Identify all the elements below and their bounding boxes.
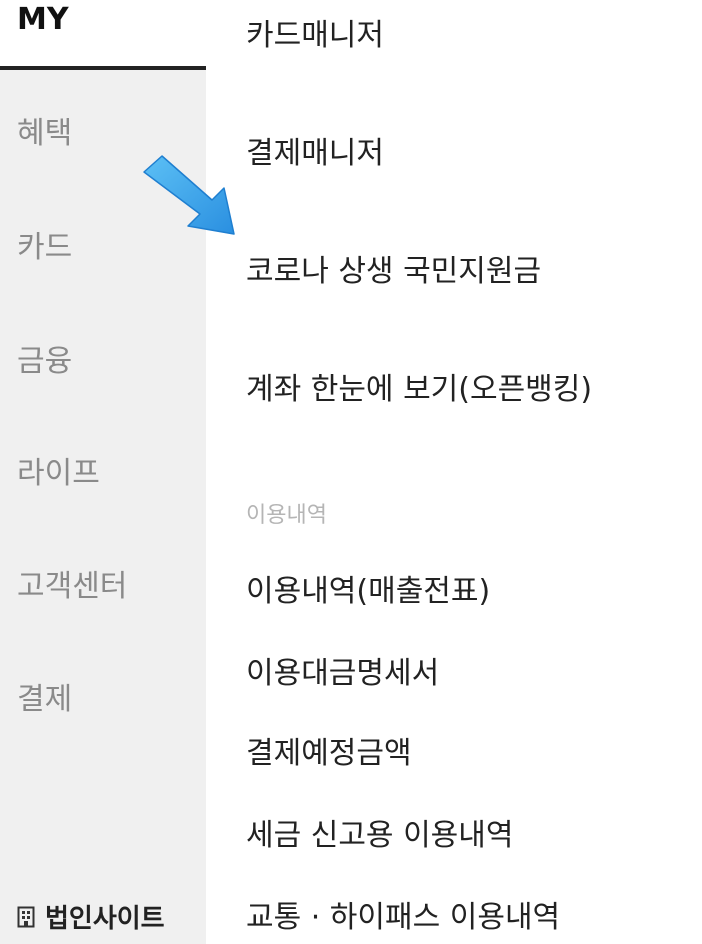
- menu-item-open-banking[interactable]: 계좌 한눈에 보기(오픈뱅킹): [246, 364, 592, 408]
- menu-item-card-manager[interactable]: 카드매니저: [246, 10, 384, 54]
- menu-item-scheduled-payment[interactable]: 결제예정금액: [246, 728, 412, 772]
- sidebar-tab-my[interactable]: MY: [0, 0, 206, 70]
- sidebar-item-payment[interactable]: 결제: [17, 674, 72, 718]
- sidebar-item-customer-center[interactable]: 고객센터: [17, 561, 127, 605]
- menu-item-statement[interactable]: 이용대금명세서: [246, 648, 439, 692]
- sidebar-nav: MY 혜택 카드 금융 라이프 고객센터 결제 법인사이트: [0, 0, 206, 944]
- building-icon: [17, 906, 35, 927]
- menu-item-usage-history[interactable]: 이용내역(매출전표): [246, 566, 490, 610]
- menu-item-transport-usage[interactable]: 교통 · 하이패스 이용내역: [246, 892, 560, 936]
- corporate-site-link[interactable]: 법인사이트: [17, 898, 165, 935]
- sidebar-tab-my-label: MY: [17, 2, 69, 37]
- sidebar-item-benefits[interactable]: 혜택: [17, 108, 72, 152]
- section-title-usage: 이용내역: [246, 503, 327, 528]
- menu-panel: 카드매니저 결제매니저 코로나 상생 국민지원금 계좌 한눈에 보기(오픈뱅킹)…: [206, 0, 702, 944]
- sidebar-item-life[interactable]: 라이프: [17, 448, 100, 492]
- corporate-site-label: 법인사이트: [45, 904, 165, 934]
- menu-item-tax-usage[interactable]: 세금 신고용 이용내역: [246, 810, 513, 854]
- menu-item-payment-manager[interactable]: 결제매니저: [246, 128, 384, 172]
- sidebar-item-card[interactable]: 카드: [17, 222, 72, 266]
- sidebar-item-finance[interactable]: 금융: [17, 336, 72, 380]
- menu-item-covid-support[interactable]: 코로나 상생 국민지원금: [246, 246, 541, 290]
- pointer-arrow-icon: [143, 155, 235, 235]
